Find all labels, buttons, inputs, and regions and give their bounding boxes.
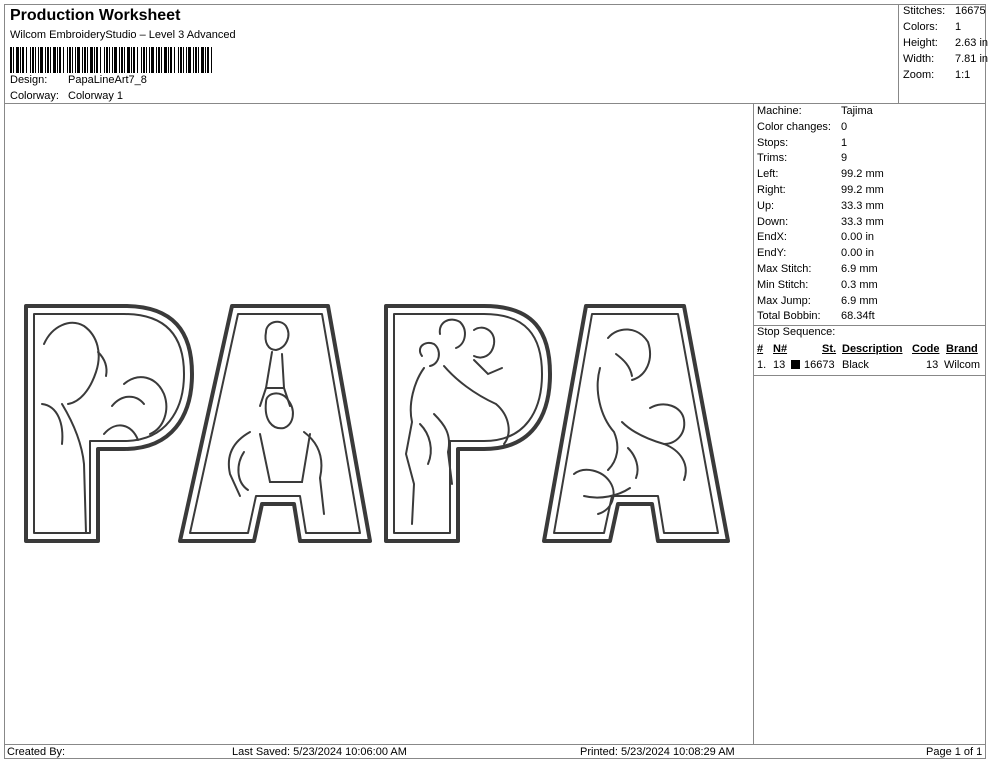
machine-info-panel: Machine: Tajima Color changes: 0 Stops: 1 T… xyxy=(753,104,986,744)
info-left: Left: 99.2 mm xyxy=(757,168,884,180)
colorway-label: Colorway: xyxy=(10,90,59,102)
info-down: Down: 33.3 mm xyxy=(757,216,884,228)
info-right: Right: 99.2 mm xyxy=(757,184,884,196)
letter-p-2 xyxy=(384,304,552,543)
summary-height: Height: 2.63 in xyxy=(903,37,989,49)
design-row: Design: PapaLineArt7_8 xyxy=(10,74,147,86)
summary-colors: Colors: 1 xyxy=(903,21,962,33)
info-total-bobbin: Total Bobbin: 68.34ft xyxy=(757,310,875,322)
table-bottom-divider xyxy=(754,375,986,376)
col-num: # xyxy=(757,343,764,355)
info-stops: Stops: 1 xyxy=(757,137,848,149)
barcode xyxy=(10,47,212,73)
info-endx: EndX: 0.00 in xyxy=(757,231,875,243)
row-stitches: 16673 xyxy=(804,359,835,371)
colorway-row: Colorway: Colorway 1 xyxy=(10,90,123,102)
info-max-jump: Max Jump: 6.9 mm xyxy=(757,295,878,307)
info-endy: EndY: 0.00 in xyxy=(757,247,875,259)
info-trims: Trims: 9 xyxy=(757,152,848,164)
col-needle: N# xyxy=(773,343,788,355)
page-number: Page 1 of 1 xyxy=(926,746,983,758)
col-brand: Brand xyxy=(946,343,978,355)
info-up: Up: 33.3 mm xyxy=(757,200,884,212)
color-swatch xyxy=(791,360,800,369)
summary-width: Width: 7.81 in xyxy=(903,53,989,65)
design-label: Design: xyxy=(10,74,48,86)
page-title: Production Worksheet xyxy=(10,7,181,24)
created-by: Created By: xyxy=(7,746,66,758)
row-brand: Wilcom xyxy=(944,359,981,371)
letter-a-2 xyxy=(542,304,730,543)
papa-embroidery-design xyxy=(24,304,730,543)
last-saved: Last Saved: 5/23/2024 10:06:00 AM xyxy=(232,746,407,758)
worksheet-header: Production Worksheet Wilcom EmbroiderySt… xyxy=(4,4,989,104)
info-machine: Machine: Tajima xyxy=(757,105,873,117)
summary-stitches: Stitches: 16675 xyxy=(903,5,986,17)
printed-date: Printed: 5/23/2024 10:08:29 AM xyxy=(580,746,735,758)
info-color-changes: Color changes: 0 xyxy=(757,121,848,133)
row-description: Black xyxy=(842,359,869,371)
stop-sequence-title: Stop Sequence: xyxy=(757,326,836,338)
info-min-stitch: Min Stitch: 0.3 mm xyxy=(757,279,878,291)
row-needle: 13 xyxy=(773,359,786,371)
design-value: PapaLineArt7_8 xyxy=(68,74,147,86)
col-stitches: St. xyxy=(822,343,837,355)
summary-panel: Stitches: 16675 Colors: 1 Height: 2.63 in W… xyxy=(898,4,989,104)
row-num: 1. xyxy=(757,359,767,371)
summary-zoom: Zoom: 1:1 xyxy=(903,69,971,81)
design-canvas xyxy=(4,104,753,744)
software-name: Wilcom EmbroideryStudio – Level 3 Advanc… xyxy=(10,29,236,41)
col-code: Code xyxy=(912,343,940,355)
letter-p-2-inner xyxy=(393,313,543,534)
info-max-stitch: Max Stitch: 6.9 mm xyxy=(757,263,878,275)
worksheet-footer: Created By: Last Saved: 5/23/2024 10:06:… xyxy=(4,744,986,759)
colorway-value: Colorway 1 xyxy=(68,90,124,102)
col-description: Description xyxy=(842,343,903,355)
row-code: 13 xyxy=(926,359,939,371)
